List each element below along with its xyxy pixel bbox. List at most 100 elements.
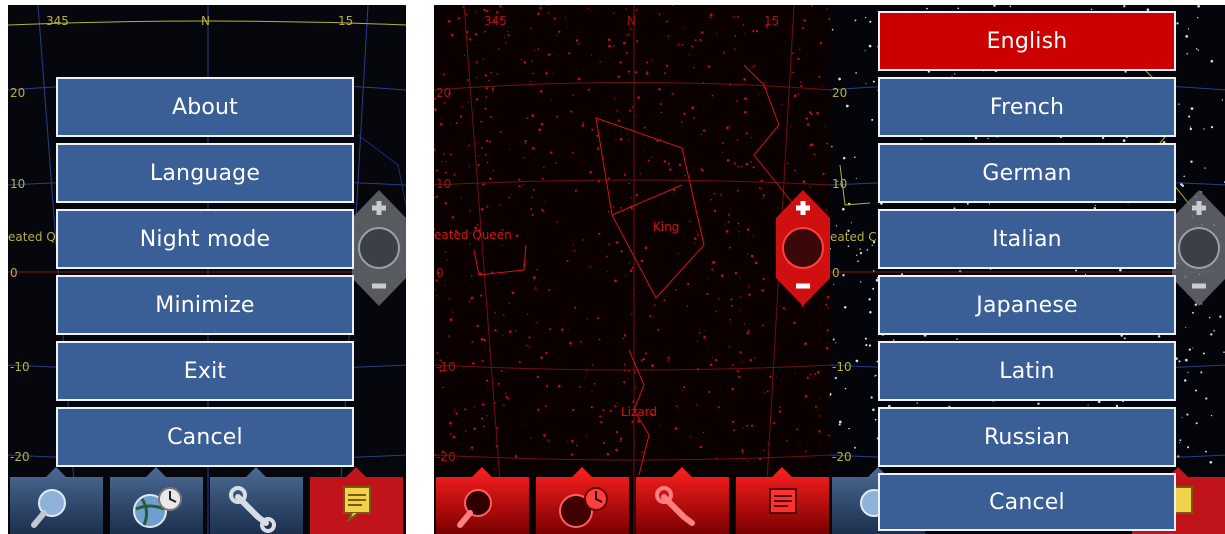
- zoom-control[interactable]: [1170, 188, 1225, 308]
- star: [549, 151, 553, 154]
- star: [831, 146, 833, 148]
- star: [536, 375, 540, 379]
- star: [738, 231, 740, 233]
- star: [523, 61, 527, 64]
- star: [484, 153, 487, 156]
- star: [528, 336, 531, 339]
- star: [615, 241, 619, 244]
- exit-button[interactable]: Exit: [56, 341, 354, 401]
- language-german-button[interactable]: German: [878, 143, 1176, 203]
- star: [781, 104, 783, 106]
- toolbar-search-button[interactable]: [434, 467, 531, 534]
- star: [441, 160, 443, 163]
- star: [699, 38, 702, 42]
- language-french-button[interactable]: French: [878, 77, 1176, 137]
- star-map-night[interactable]: 345 N 15 20 10 eated Queen King 0 -10 Li…: [434, 5, 832, 534]
- star: [572, 94, 575, 96]
- star: [452, 311, 454, 313]
- star: [764, 82, 766, 84]
- star: [745, 132, 748, 135]
- night-mode-button[interactable]: Night mode: [56, 209, 354, 269]
- language-english-button[interactable]: English: [878, 11, 1176, 71]
- star: [507, 34, 510, 37]
- toolbar-menu-button[interactable]: [308, 467, 405, 534]
- about-button[interactable]: About: [56, 77, 354, 137]
- star: [527, 346, 529, 348]
- zoom-control[interactable]: [774, 188, 832, 308]
- star: [576, 444, 578, 447]
- toolbar-settings-button[interactable]: [634, 467, 731, 534]
- star: [478, 155, 480, 157]
- star: [480, 417, 483, 420]
- minimize-button[interactable]: Minimize: [56, 275, 354, 335]
- star: [719, 194, 722, 196]
- toolbar-time-button[interactable]: [108, 467, 205, 534]
- cancel-button[interactable]: Cancel: [56, 407, 354, 467]
- star: [737, 222, 740, 225]
- language-italian-button[interactable]: Italian: [878, 209, 1176, 269]
- star: [1123, 337, 1126, 340]
- star: [497, 382, 500, 385]
- star: [505, 392, 507, 395]
- star: [490, 71, 493, 74]
- toolbar-menu-button[interactable]: [734, 467, 831, 534]
- star: [435, 169, 438, 172]
- star: [538, 128, 542, 132]
- language-russian-button[interactable]: Russian: [878, 407, 1176, 467]
- star: [872, 408, 875, 412]
- star: [805, 450, 808, 453]
- star: [522, 183, 524, 185]
- toolbar-settings-button[interactable]: [208, 467, 305, 534]
- star: [645, 352, 648, 355]
- star: [691, 45, 694, 48]
- star: [463, 54, 465, 57]
- star: [619, 437, 623, 440]
- star: [546, 5, 548, 6]
- star: [1197, 49, 1200, 51]
- star: [473, 406, 475, 408]
- language-latin-button[interactable]: Latin: [878, 341, 1176, 401]
- star: [480, 120, 483, 123]
- star: [821, 86, 823, 88]
- star: [1208, 316, 1211, 319]
- star: [499, 130, 502, 133]
- star: [436, 195, 439, 198]
- star: [619, 440, 622, 443]
- star: [622, 337, 625, 340]
- screen-language-menu: 20 10 eated C 0 -10 -20 English French G…: [830, 5, 1225, 534]
- star: [526, 313, 529, 315]
- language-cancel-button[interactable]: Cancel: [878, 473, 1176, 531]
- star: [534, 50, 536, 52]
- star: [635, 193, 639, 197]
- language-button[interactable]: Language: [56, 143, 354, 203]
- star: [956, 338, 958, 340]
- toolbar-search-button[interactable]: [8, 467, 105, 534]
- star: [717, 406, 720, 409]
- star: [514, 455, 518, 458]
- star: [869, 311, 872, 314]
- zoom-control[interactable]: [350, 188, 406, 308]
- star: [866, 249, 869, 251]
- star: [496, 282, 498, 284]
- star: [740, 165, 743, 168]
- star: [741, 449, 744, 452]
- toolbar-time-button[interactable]: [534, 467, 631, 534]
- language-japanese-button[interactable]: Japanese: [878, 275, 1176, 335]
- star: [874, 418, 877, 421]
- star: [591, 391, 593, 393]
- star: [561, 328, 564, 331]
- star: [651, 156, 653, 158]
- star: [660, 424, 662, 426]
- star: [571, 151, 574, 154]
- star: [667, 162, 670, 165]
- star: [916, 402, 919, 404]
- star: [793, 321, 796, 325]
- star: [590, 406, 593, 409]
- star: [451, 216, 455, 219]
- star: [606, 255, 609, 258]
- star: [693, 66, 695, 69]
- star: [446, 259, 449, 261]
- star: [628, 182, 631, 185]
- star: [540, 122, 544, 126]
- star: [465, 13, 468, 16]
